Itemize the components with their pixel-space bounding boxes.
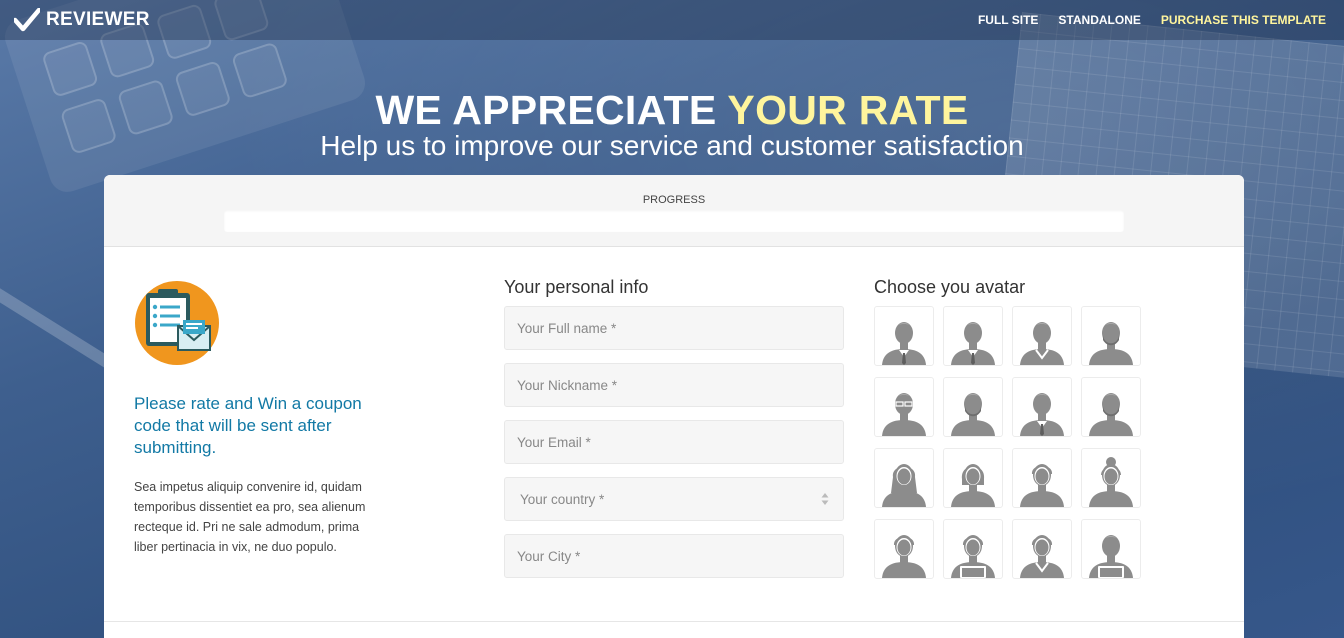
survey-step: Please rate and Win a coupon code that w… [104,247,1244,622]
avatar-option[interactable] [1012,519,1072,579]
avatar-option[interactable] [1012,377,1072,437]
avatar-option[interactable] [1081,448,1141,508]
male-bearded-icon [951,393,995,436]
top-navigation-bar: REVIEWER FULL SITE STANDALONE PURCHASE T… [0,0,1344,40]
male-suit-icon [882,322,926,365]
country-select-value[interactable]: Your country * [504,477,844,521]
hero-title-accent: YOUR RATE [727,87,969,133]
nav-standalone-link[interactable]: STANDALONE [1058,13,1140,27]
hero-section: WE APPRECIATE YOUR RATE Help us to impro… [0,86,1344,161]
email-input[interactable] [504,420,844,464]
female-long-hair-icon [882,464,926,507]
select-up-down-icon [821,493,829,505]
checkmark-logo-icon [14,8,40,32]
male-bald-beard-icon [1089,393,1133,436]
intro-description: Sea impetus aliquip convenire id, quidam… [134,480,366,554]
avatar-option[interactable] [943,519,1003,579]
progress-label: PROGRESS [642,194,706,206]
avatar-option[interactable] [874,448,934,508]
nav-full-site-link[interactable]: FULL SITE [978,13,1038,27]
personal-info-title: Your personal info [504,277,649,297]
avatar-option[interactable] [1012,306,1072,366]
avatar-option[interactable] [943,448,1003,508]
nav-purchase-link[interactable]: PURCHASE THIS TEMPLATE [1161,13,1326,27]
avatar-grid [874,306,1144,579]
female-bun-icon [1089,457,1133,507]
female-short-icon [882,535,926,578]
avatar-option[interactable] [1012,448,1072,508]
female-bob-icon [951,464,995,507]
avatar-option[interactable] [1081,519,1141,579]
male-laptop-icon [1089,535,1133,578]
hero-title: WE APPRECIATE YOUR RATE [0,86,1344,134]
full-name-input[interactable] [504,306,844,350]
brand-name: REVIEWER [46,9,150,30]
survey-card: PROGRESS Please rate and Win a coupon co… [104,175,1244,638]
main-nav: FULL SITE STANDALONE PURCHASE THIS TEMPL… [978,13,1326,27]
clipboard-mail-icon [135,281,219,365]
avatar-option[interactable] [874,306,934,366]
female-straight-icon [1020,464,1064,507]
personal-info-column: Your personal info Your country * [504,277,844,591]
avatar-option[interactable] [874,377,934,437]
avatar-option[interactable] [943,377,1003,437]
avatar-option[interactable] [874,519,934,579]
male-glasses-icon [882,393,926,436]
coupon-promo-text: Please rate and Win a coupon code that w… [134,394,362,457]
hero-subtitle: Help us to improve our service and custo… [320,130,1024,161]
female-laptop-icon [951,535,995,578]
male-tie-icon [951,322,995,365]
avatar-option[interactable] [943,306,1003,366]
male-shirt-icon [1020,322,1064,365]
city-input[interactable] [504,534,844,578]
country-select[interactable]: Your country * [504,477,844,521]
progress-section: PROGRESS [104,175,1244,247]
brand-logo[interactable]: REVIEWER [14,8,150,32]
hero-title-main: WE APPRECIATE [375,87,728,133]
avatar-option[interactable] [1081,377,1141,437]
avatar-column: Choose you avatar [874,277,1144,579]
male-beard-icon [1089,322,1133,365]
nickname-input[interactable] [504,363,844,407]
avatar-section-title: Choose you avatar [874,277,1026,297]
progress-bar [224,210,1124,232]
avatar-option[interactable] [1081,306,1141,366]
intro-column: Please rate and Win a coupon code that w… [134,280,394,557]
male-business-icon [1020,393,1064,436]
female-vneck-icon [1020,535,1064,578]
